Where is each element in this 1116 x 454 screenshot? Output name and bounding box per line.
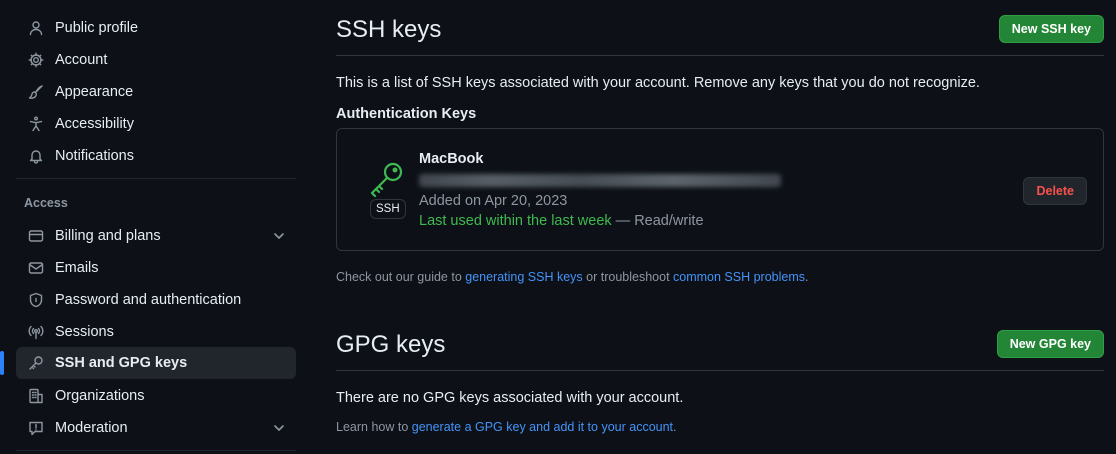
- broadcast-icon: [28, 324, 44, 340]
- settings-sidebar: Public profile Account Appearance Access…: [8, 0, 296, 454]
- common-ssh-problems-link[interactable]: common SSH problems: [673, 270, 805, 284]
- ssh-key-title: MacBook: [419, 151, 484, 167]
- last-used-status: Last used within the last week: [419, 213, 612, 229]
- sidebar-item-label: Billing and plans: [55, 228, 161, 244]
- key-icon: [367, 159, 407, 199]
- sidebar-divider: [16, 450, 296, 451]
- gpg-empty-message: There are no GPG keys associated with yo…: [336, 390, 684, 406]
- sidebar-item-notifications[interactable]: Notifications: [16, 140, 296, 172]
- sidebar-item-label: Accessibility: [55, 116, 134, 132]
- generating-ssh-keys-link[interactable]: generating SSH keys: [465, 270, 582, 284]
- guide-text: Check out our guide to: [336, 270, 466, 284]
- sidebar-item-label: Notifications: [55, 148, 134, 164]
- new-gpg-key-button[interactable]: New GPG key: [996, 330, 1104, 358]
- ssh-key-item: SSH MacBook Added on Apr 20, 2023 Last u…: [336, 128, 1104, 251]
- chevron-down-icon[interactable]: [272, 421, 286, 435]
- accessibility-icon: [28, 116, 44, 132]
- delete-key-button[interactable]: Delete: [1023, 177, 1087, 205]
- new-ssh-key-button[interactable]: New SSH key: [998, 15, 1104, 43]
- guide-text: or troubleshoot: [582, 270, 674, 284]
- shield-lock-icon: [28, 292, 44, 308]
- sidebar-item-billing[interactable]: Billing and plans: [16, 220, 296, 252]
- sidebar-item-appearance[interactable]: Appearance: [16, 76, 296, 108]
- bell-icon: [28, 148, 44, 164]
- sidebar-item-label: Sessions: [55, 324, 114, 340]
- credit-card-icon: [28, 228, 44, 244]
- sidebar-item-moderation[interactable]: Moderation: [16, 412, 296, 444]
- sidebar-item-password[interactable]: Password and authentication: [16, 284, 296, 316]
- key-last-used: Last used within the last week — Read/wr…: [419, 213, 704, 229]
- key-fingerprint-redacted: [419, 174, 781, 187]
- report-icon: [28, 420, 44, 436]
- section-divider: [336, 370, 1104, 371]
- sidebar-item-label: Account: [55, 52, 108, 68]
- sidebar-item-label: Organizations: [55, 388, 145, 404]
- key-icon: [28, 355, 44, 371]
- learn-text: Learn how to: [336, 420, 412, 434]
- sidebar-item-label: Moderation: [55, 420, 128, 436]
- mail-icon: [28, 260, 44, 276]
- sidebar-item-ssh-gpg-keys[interactable]: SSH and GPG keys: [16, 347, 296, 379]
- sidebar-item-organizations[interactable]: Organizations: [16, 380, 296, 412]
- key-added-date: Added on Apr 20, 2023: [419, 193, 568, 209]
- ssh-badge: SSH: [370, 199, 406, 219]
- sidebar-heading-access: Access: [24, 196, 68, 210]
- section-divider: [336, 55, 1104, 56]
- sidebar-item-label: Public profile: [55, 20, 139, 36]
- learn-text: .: [673, 420, 677, 434]
- person-icon: [28, 20, 44, 36]
- sidebar-item-emails[interactable]: Emails: [16, 252, 296, 284]
- ssh-guide-text: Check out our guide to generating SSH ke…: [336, 270, 809, 284]
- gpg-section-title: GPG keys: [336, 331, 446, 358]
- sidebar-item-public-profile[interactable]: Public profile: [16, 12, 296, 44]
- ssh-section-title: SSH keys: [336, 16, 442, 43]
- authentication-keys-heading: Authentication Keys: [336, 106, 477, 122]
- ssh-description: This is a list of SSH keys associated wi…: [336, 75, 980, 91]
- active-indicator: [0, 351, 4, 375]
- organization-icon: [28, 388, 44, 404]
- sidebar-item-label: Emails: [55, 260, 99, 276]
- sidebar-item-accessibility[interactable]: Accessibility: [16, 108, 296, 140]
- sidebar-divider: [16, 178, 296, 179]
- sidebar-item-label: Password and authentication: [55, 292, 242, 308]
- sidebar-item-label: Appearance: [55, 84, 134, 100]
- paintbrush-icon: [28, 84, 44, 100]
- gpg-learn-text: Learn how to generate a GPG key and add …: [336, 420, 677, 434]
- guide-text: .: [805, 270, 809, 284]
- sidebar-item-sessions[interactable]: Sessions: [16, 316, 296, 348]
- gear-icon: [28, 52, 44, 68]
- sidebar-item-label: SSH and GPG keys: [55, 355, 188, 371]
- sidebar-item-account[interactable]: Account: [16, 44, 296, 76]
- key-access-level: — Read/write: [611, 213, 704, 229]
- chevron-down-icon[interactable]: [272, 229, 286, 243]
- generate-gpg-key-link[interactable]: generate a GPG key and add it to your ac…: [412, 420, 673, 434]
